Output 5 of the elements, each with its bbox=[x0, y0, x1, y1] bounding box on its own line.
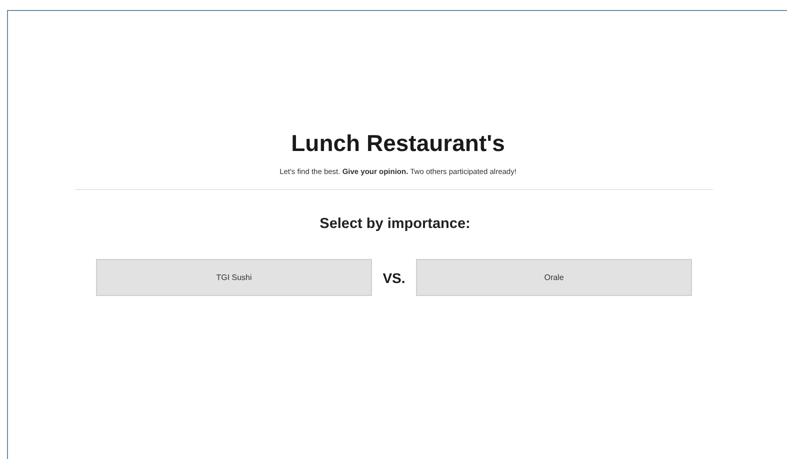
versus-label: VS. bbox=[382, 270, 406, 286]
prompt-heading: Select by importance: bbox=[320, 215, 470, 233]
option-button[interactable]: TGI Sushi bbox=[96, 259, 372, 296]
page-title: Lunch Restaurant's bbox=[291, 129, 505, 157]
option-button[interactable]: Orale bbox=[416, 259, 692, 296]
